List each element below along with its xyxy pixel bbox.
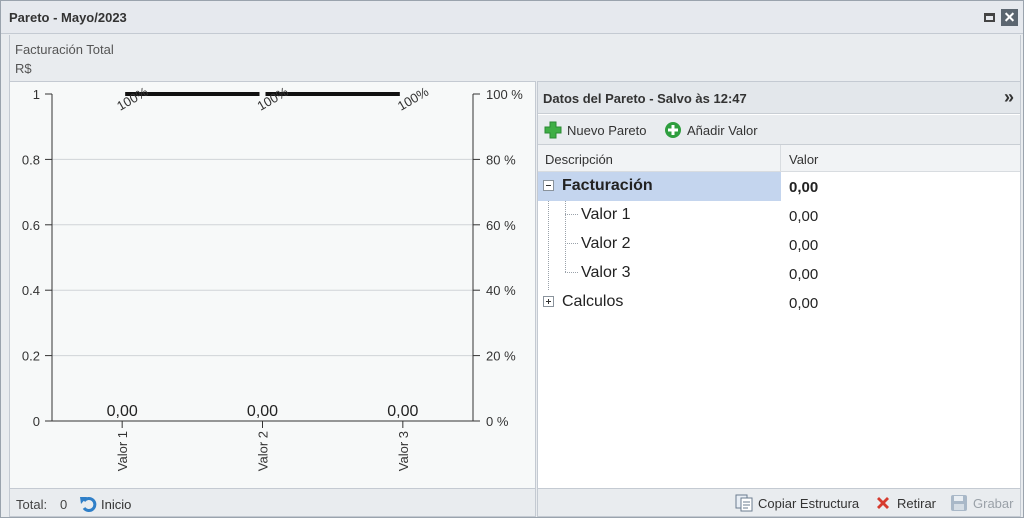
- data-panel-footer: Copiar Estructura Retirar Grabar: [537, 489, 1021, 517]
- row-value[interactable]: 0,00: [789, 208, 818, 225]
- column-header-valor[interactable]: Valor: [789, 152, 818, 167]
- y2-tick-label: 40 %: [486, 283, 516, 298]
- row-desc-cell: Facturación: [538, 172, 781, 201]
- copy-structure-label: Copiar Estructura: [758, 495, 860, 511]
- close-icon[interactable]: [1001, 9, 1018, 26]
- y-tick-label: 0.6: [22, 218, 40, 233]
- collapse-arrows-icon[interactable]: »: [1004, 87, 1014, 108]
- y-tick-label: 0.8: [22, 152, 40, 167]
- y2-tick-label: 60 %: [486, 218, 516, 233]
- y2-tick-label: 20 %: [486, 349, 516, 364]
- bar-value-label: 0,00: [387, 403, 418, 420]
- add-value-label: Añadir Valor: [687, 122, 758, 138]
- tree-row-facturacion[interactable]: Facturación 0,00: [538, 172, 1020, 201]
- cumulative-percent-label: 100%: [255, 84, 292, 114]
- retirar-button[interactable]: Retirar: [874, 494, 936, 512]
- window-title: Pareto - Mayo/2023: [9, 10, 127, 25]
- row-value[interactable]: 0,00: [789, 179, 818, 196]
- cumulative-percent-label: 100%: [395, 84, 432, 114]
- row-label: Calculos: [562, 293, 624, 310]
- report-header: Facturación Total R$: [9, 35, 1021, 81]
- bar-value-label: 0,00: [107, 403, 138, 420]
- pareto-window: Pareto - Mayo/2023 Facturación Total R$ …: [0, 0, 1024, 518]
- add-cross-icon: [544, 121, 562, 139]
- inicio-button[interactable]: Inicio: [79, 494, 131, 514]
- maximize-icon[interactable]: [981, 9, 998, 26]
- data-panel-title: Datos del Pareto - Salvo às 12:47: [543, 91, 747, 106]
- row-label: Facturación: [562, 177, 653, 194]
- x-tick-label: Valor 2: [256, 431, 271, 471]
- total-value: 0: [60, 497, 68, 512]
- delete-x-icon: [877, 497, 889, 509]
- x-tick-label: Valor 1: [115, 431, 130, 471]
- tree-row-valor-3[interactable]: Valor 3 0,00: [538, 259, 1020, 288]
- chart-footer: Total: 0 Inicio: [9, 489, 536, 517]
- retirar-label: Retirar: [897, 495, 937, 511]
- row-label: Valor 3: [581, 264, 631, 281]
- column-header-descripcion[interactable]: Descripción: [545, 152, 613, 167]
- expand-node-icon[interactable]: [543, 296, 554, 307]
- row-value[interactable]: 0,00: [789, 295, 818, 312]
- row-label: Valor 2: [581, 235, 631, 252]
- new-pareto-button[interactable]: Nuevo Pareto: [544, 121, 647, 139]
- data-panel-header: Datos del Pareto - Salvo às 12:47 »: [538, 82, 1020, 114]
- y2-tick-label: 100 %: [486, 87, 523, 102]
- copy-document-icon: [735, 494, 753, 512]
- grid-header: Descripción Valor: [538, 145, 1020, 172]
- row-value[interactable]: 0,00: [789, 237, 818, 254]
- y-tick-label: 0.4: [22, 283, 40, 298]
- row-label: Valor 1: [581, 206, 631, 223]
- undo-icon: [80, 497, 97, 512]
- new-pareto-label: Nuevo Pareto: [567, 122, 647, 138]
- pareto-chart: 0 0.2 0.4 0.6 0.8 1 0 % 20 % 40 % 60 % 80 % 100 % 0,…: [22, 84, 523, 471]
- y2-tick-label: 0 %: [486, 414, 509, 429]
- tree-row-calculos[interactable]: Calculos 0,00: [538, 288, 1020, 317]
- grabar-label: Grabar: [973, 495, 1014, 511]
- inicio-label: Inicio: [101, 496, 132, 512]
- data-panel-toolbar: Nuevo Pareto Añadir Valor: [538, 115, 1020, 145]
- y2-tick-label: 80 %: [486, 152, 516, 167]
- report-currency: R$: [15, 61, 32, 76]
- y-tick-label: 1: [33, 87, 40, 102]
- grabar-button[interactable]: Grabar: [950, 494, 1013, 512]
- row-value[interactable]: 0,00: [789, 266, 818, 283]
- title-bar: Pareto - Mayo/2023: [1, 1, 1023, 34]
- x-tick-label: Valor 3: [396, 431, 411, 471]
- save-disk-icon: [951, 495, 967, 511]
- add-circle-icon: [665, 122, 681, 138]
- cumulative-percent-label: 100%: [114, 84, 151, 114]
- total-label: Total:: [16, 497, 48, 512]
- column-separator: [780, 145, 781, 172]
- pareto-chart-panel: 0 0.2 0.4 0.6 0.8 1 0 % 20 % 40 % 60 % 80 % 100 % 0,…: [9, 81, 536, 489]
- pareto-data-panel: Datos del Pareto - Salvo às 12:47 » Nuev…: [537, 81, 1021, 489]
- add-value-button[interactable]: Añadir Valor: [664, 121, 758, 139]
- collapse-node-icon[interactable]: [543, 180, 554, 191]
- report-title: Facturación Total: [15, 42, 114, 57]
- bar-value-label: 0,00: [247, 403, 278, 420]
- y-tick-label: 0.2: [22, 349, 40, 364]
- copy-structure-button[interactable]: Copiar Estructura: [735, 494, 859, 512]
- tree-row-valor-2[interactable]: Valor 2 0,00: [538, 230, 1020, 259]
- y-tick-label: 0: [33, 414, 40, 429]
- tree-row-valor-1[interactable]: Valor 1 0,00: [538, 201, 1020, 230]
